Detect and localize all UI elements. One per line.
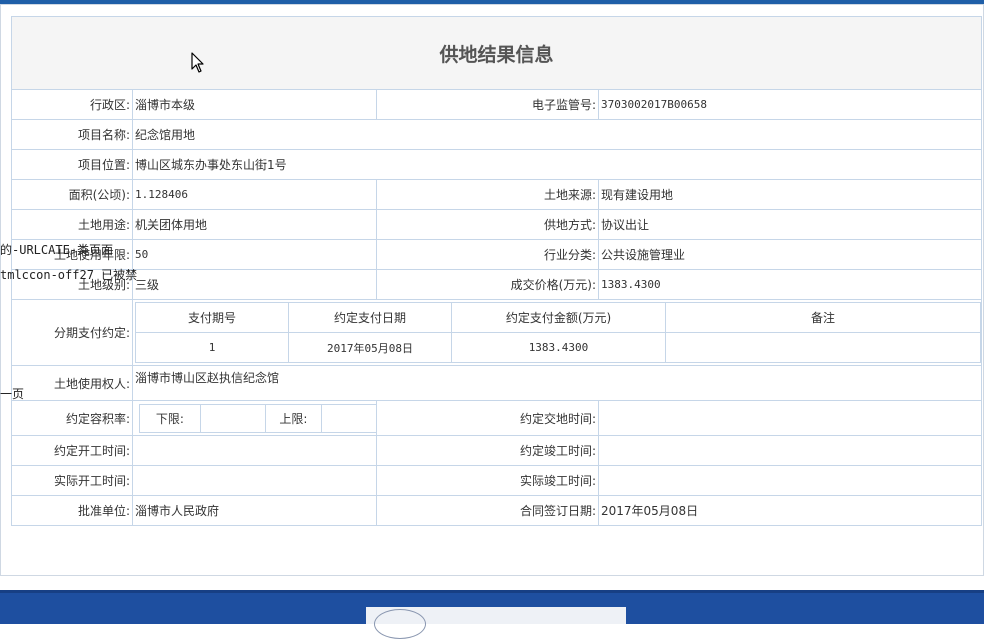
project-name-value: 纪念馆用地	[131, 119, 983, 150]
land-supply-result-table: 供地结果信息 行政区: 淄博市本级 电子监管号: 3703002017B0065…	[10, 16, 983, 526]
supervision-no-label: 电子监管号:	[376, 89, 599, 120]
installment-cell: 支付期号 约定支付日期 约定支付金额(万元) 备注 1 2017年05月08日 …	[131, 299, 983, 366]
far-upper-label: 上限:	[264, 403, 323, 433]
approval-unit-value: 淄博市人民政府	[132, 495, 377, 526]
approval-unit-label: 批准单位:	[11, 495, 133, 526]
land-user-label: 土地使用权人:	[11, 365, 133, 401]
far-cell: 下限: 上限:	[132, 400, 377, 436]
agreed-start-value	[132, 435, 377, 466]
overlay-blocked-suffix: 已被禁	[93, 268, 138, 282]
area-label: 面积(公顷):	[11, 179, 133, 210]
actual-completion-label: 实际竣工时间:	[376, 465, 599, 496]
industry-value: 公共设施管理业	[597, 239, 983, 270]
area-value: 1.128406	[132, 179, 377, 210]
installment-label: 分期支付约定:	[11, 299, 133, 366]
installment-header-amount: 约定支付金额(万元)	[451, 302, 666, 333]
agreed-completion-label: 约定竣工时间:	[376, 435, 599, 466]
installment-header-period: 支付期号	[135, 302, 289, 333]
actual-start-label: 实际开工时间:	[11, 465, 133, 496]
contract-date-label: 合同签订日期:	[376, 495, 599, 526]
overlay-text-blocked: tmlccon-off27 已被禁	[0, 266, 137, 283]
agreed-completion-value	[597, 435, 983, 466]
actual-completion-value	[597, 465, 983, 496]
contract-date-value: 2017年05月08日	[597, 495, 983, 526]
installment-date: 2017年05月08日	[288, 332, 452, 363]
land-source-value: 现有建设用地	[597, 179, 983, 210]
far-lower-label: 下限:	[139, 403, 201, 433]
installment-header-remark: 备注	[665, 302, 981, 333]
land-source-label: 土地来源:	[376, 179, 599, 210]
land-user-value: 淄博市博山区赵执信纪念馆	[131, 365, 983, 401]
industry-label: 行业分类:	[376, 239, 599, 270]
far-range-table: 下限: 上限:	[139, 403, 376, 433]
installment-remark	[665, 332, 981, 363]
overlay-text-page[interactable]: 一页	[0, 385, 24, 402]
district-label: 行政区:	[11, 89, 133, 120]
project-name-label: 项目名称:	[11, 119, 133, 150]
actual-start-value	[132, 465, 377, 496]
overlay-blocked-link[interactable]: tmlccon-off27	[0, 268, 94, 282]
land-grade-value: 三级	[132, 269, 377, 300]
installment-header-date: 约定支付日期	[288, 302, 452, 333]
installment-header-row: 支付期号 约定支付日期 约定支付金额(万元) 备注	[135, 302, 981, 333]
supervision-no-value: 3703002017B00658	[597, 89, 983, 120]
use-term-value: 50	[132, 239, 377, 270]
footer-seal-icon	[374, 609, 426, 639]
installment-table: 支付期号 约定支付日期 约定支付金额(万元) 备注 1 2017年05月08日 …	[135, 302, 981, 363]
land-use-label: 土地用途:	[11, 209, 133, 240]
price-label: 成交价格(万元):	[376, 269, 599, 300]
far-upper-value	[321, 403, 376, 433]
district-value: 淄博市本级	[132, 89, 377, 120]
project-location-label: 项目位置:	[11, 149, 133, 180]
page-title: 供地结果信息	[10, 16, 983, 90]
agreed-start-label: 约定开工时间:	[11, 435, 133, 466]
price-value: 1383.4300	[597, 269, 983, 300]
delivery-time-label: 约定交地时间:	[376, 400, 599, 436]
supply-method-label: 供地方式:	[376, 209, 599, 240]
far-label: 约定容积率:	[11, 400, 133, 436]
delivery-time-value	[597, 400, 983, 436]
overlay-text-urlcate: 的-URLCATE-类页面	[0, 243, 114, 257]
installment-period: 1	[135, 332, 289, 363]
project-location-value: 博山区城东办事处东山街1号	[131, 149, 983, 180]
supply-method-value: 协议出让	[597, 209, 983, 240]
far-lower-value	[199, 403, 266, 433]
land-use-value: 机关团体用地	[132, 209, 377, 240]
installment-amount: 1383.4300	[451, 332, 666, 363]
table-row: 1 2017年05月08日 1383.4300	[135, 332, 981, 363]
mouse-pointer-icon	[191, 52, 205, 77]
